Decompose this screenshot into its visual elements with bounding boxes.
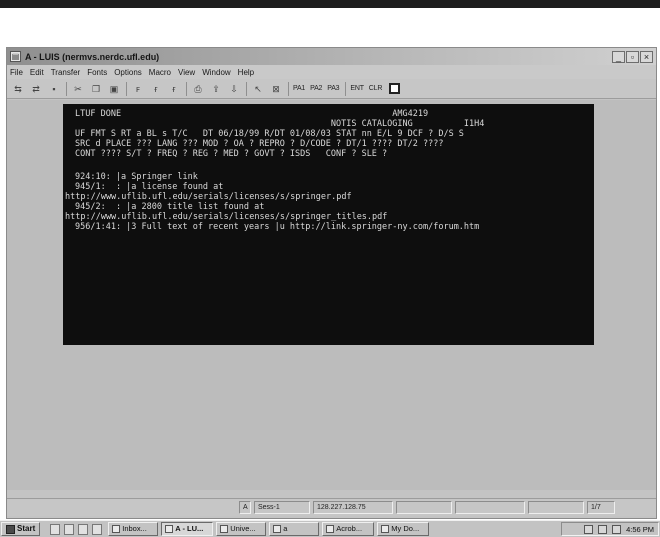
quick-launch [50, 523, 103, 535]
terminal-line: 945/2: : |a 2800 title list found at [75, 202, 265, 212]
menu-fonts[interactable]: Fonts [87, 68, 107, 77]
terminal-line: LTUF DONE AMG4219 [75, 109, 429, 119]
taskbar-item-my-documents[interactable]: My Do... [377, 522, 430, 536]
status-spacer [7, 501, 239, 514]
status-bar: A Sess-1 128.227.128.75 1/7 [7, 498, 656, 516]
clear-button[interactable]: CLR [369, 85, 383, 92]
toolbar-separator [246, 81, 247, 96]
taskbar-item-label: Unive... [230, 524, 256, 533]
taskbar-item-label: Acrob... [336, 524, 363, 533]
print-icon[interactable]: ⎙ [191, 82, 205, 96]
menu-macro[interactable]: Macro [149, 68, 171, 77]
paste-icon[interactable]: ▣ [107, 82, 121, 96]
inbox-icon [112, 525, 121, 533]
pa1-button[interactable]: PA1 [293, 85, 305, 92]
taskbar-item-label: a [283, 524, 288, 533]
terminal-line: SRC d PLACE ??? LANG ??? MOD ? OA ? REPR… [75, 139, 444, 149]
windows-logo-icon [6, 524, 15, 534]
taskbar-item-folder[interactable]: a [269, 522, 320, 536]
menu-window[interactable]: Window [202, 68, 230, 77]
maximize-button[interactable]: ▫ [626, 50, 639, 63]
taskbar-item-label: A - LU... [175, 524, 204, 533]
window-controls: _ ▫ × [612, 50, 653, 63]
status-session-letter: A [239, 501, 251, 514]
terminal-line: http://www.uflib.ufl.edu/serials/license… [65, 212, 388, 222]
enter-button[interactable]: ENT [350, 85, 364, 92]
toolbar-separator [345, 81, 347, 96]
status-cell [396, 501, 452, 514]
terminal-line: UF FMT S RT a BL s T/C DT 06/18/99 R/DT … [75, 129, 464, 139]
clock[interactable]: 4:56 PM [626, 525, 654, 534]
toolbar-separator [186, 81, 187, 96]
menu-options[interactable]: Options [114, 68, 142, 77]
toolbar-separator [288, 81, 289, 96]
terminal-line: 945/1: : |a license found at [75, 182, 224, 192]
title-bar[interactable]: ▤ A - LUIS (nermvs.nerdc.ufl.edu) _ ▫ × [7, 48, 656, 65]
status-session: Sess-1 [254, 501, 310, 514]
browser-icon [220, 525, 229, 533]
status-host-ip: 128.227.128.75 [313, 501, 393, 514]
taskbar-item-luis[interactable]: A - LU... [161, 522, 214, 536]
toolbar: ⇆ ⇄ ▪ ✂ ❐ ▣ ꜰ ғ ғ ⎙ ⇪ ⇩ ↖ ⊠ PA1 PA2 PA3 … [7, 79, 656, 99]
context-help-icon[interactable]: ↖ [251, 82, 265, 96]
acrobat-icon [326, 525, 335, 533]
mail-icon[interactable] [78, 523, 89, 535]
copy-icon[interactable]: ❐ [89, 82, 103, 96]
terminal-line: 956/1:41: |3 Full text of recent years |… [75, 222, 480, 232]
pa2-button[interactable]: PA2 [310, 85, 322, 92]
status-cursor-position: 1/7 [587, 501, 615, 514]
menu-file[interactable]: File [10, 68, 23, 77]
toolbar-separator [66, 81, 67, 96]
pa3-button[interactable]: PA3 [327, 85, 339, 92]
mail-notification-icon[interactable] [612, 524, 622, 534]
volume-icon[interactable] [598, 524, 608, 534]
top-rule [0, 0, 660, 8]
taskbar: Start Inbox... A - LU... Unive... a Acro… [0, 520, 660, 537]
terminal-line: http://www.uflib.ufl.edu/serials/license… [65, 192, 352, 202]
terminal-line: CONT ???? S/T ? FREQ ? REG ? MED ? GOVT … [75, 149, 388, 159]
receive-file-icon[interactable]: ⇩ [227, 82, 241, 96]
save-icon[interactable]: ▪ [47, 82, 61, 96]
menu-bar: File Edit Transfer Fonts Options Macro V… [7, 65, 656, 79]
channels-icon[interactable] [92, 523, 103, 535]
terminal-line: NOTIS CATALOGING I1H4 [75, 119, 485, 129]
taskbar-item-browser[interactable]: Unive... [216, 522, 267, 536]
taskbar-item-label: Inbox... [122, 524, 147, 533]
font-small-icon[interactable]: ғ [149, 82, 163, 96]
folder-icon [381, 525, 390, 533]
system-tray: 4:56 PM [561, 522, 659, 536]
show-desktop-icon[interactable] [50, 523, 61, 535]
font-large-icon[interactable]: ғ [167, 82, 181, 96]
terminal-screen[interactable]: LTUF DONE AMG4219 NOTIS CATALOGING I1H4 … [63, 104, 594, 345]
folder-icon [273, 525, 282, 533]
start-label: Start [17, 524, 36, 533]
browser-icon[interactable] [64, 523, 75, 535]
network-icon[interactable] [584, 524, 594, 534]
connect-icon[interactable]: ⇆ [11, 82, 25, 96]
menu-help[interactable]: Help [238, 68, 254, 77]
font-size-icon[interactable]: ꜰ [131, 82, 145, 96]
close-button[interactable]: × [640, 50, 653, 63]
cut-icon[interactable]: ✂ [71, 82, 85, 96]
screen-box-icon[interactable] [389, 83, 401, 94]
minimize-button[interactable]: _ [612, 50, 625, 63]
start-button[interactable]: Start [1, 522, 41, 536]
send-file-icon[interactable]: ⇪ [209, 82, 223, 96]
terminal-icon [165, 525, 174, 533]
menu-transfer[interactable]: Transfer [51, 68, 81, 77]
menu-view[interactable]: View [178, 68, 195, 77]
status-cell [455, 501, 525, 514]
terminal-app-icon[interactable]: ▤ [10, 51, 21, 62]
taskbar-item-acrobat[interactable]: Acrob... [322, 522, 375, 536]
taskbar-item-inbox[interactable]: Inbox... [108, 522, 159, 536]
cancel-icon[interactable]: ⊠ [269, 82, 283, 96]
window-title: A - LUIS (nermvs.nerdc.ufl.edu) [25, 51, 160, 62]
menu-edit[interactable]: Edit [30, 68, 44, 77]
taskbar-item-label: My Do... [391, 524, 420, 533]
terminal-line: 924:10: |a Springer link [75, 172, 198, 182]
toolbar-separator [126, 81, 127, 96]
disconnect-icon[interactable]: ⇄ [29, 82, 43, 96]
status-cell [528, 501, 584, 514]
